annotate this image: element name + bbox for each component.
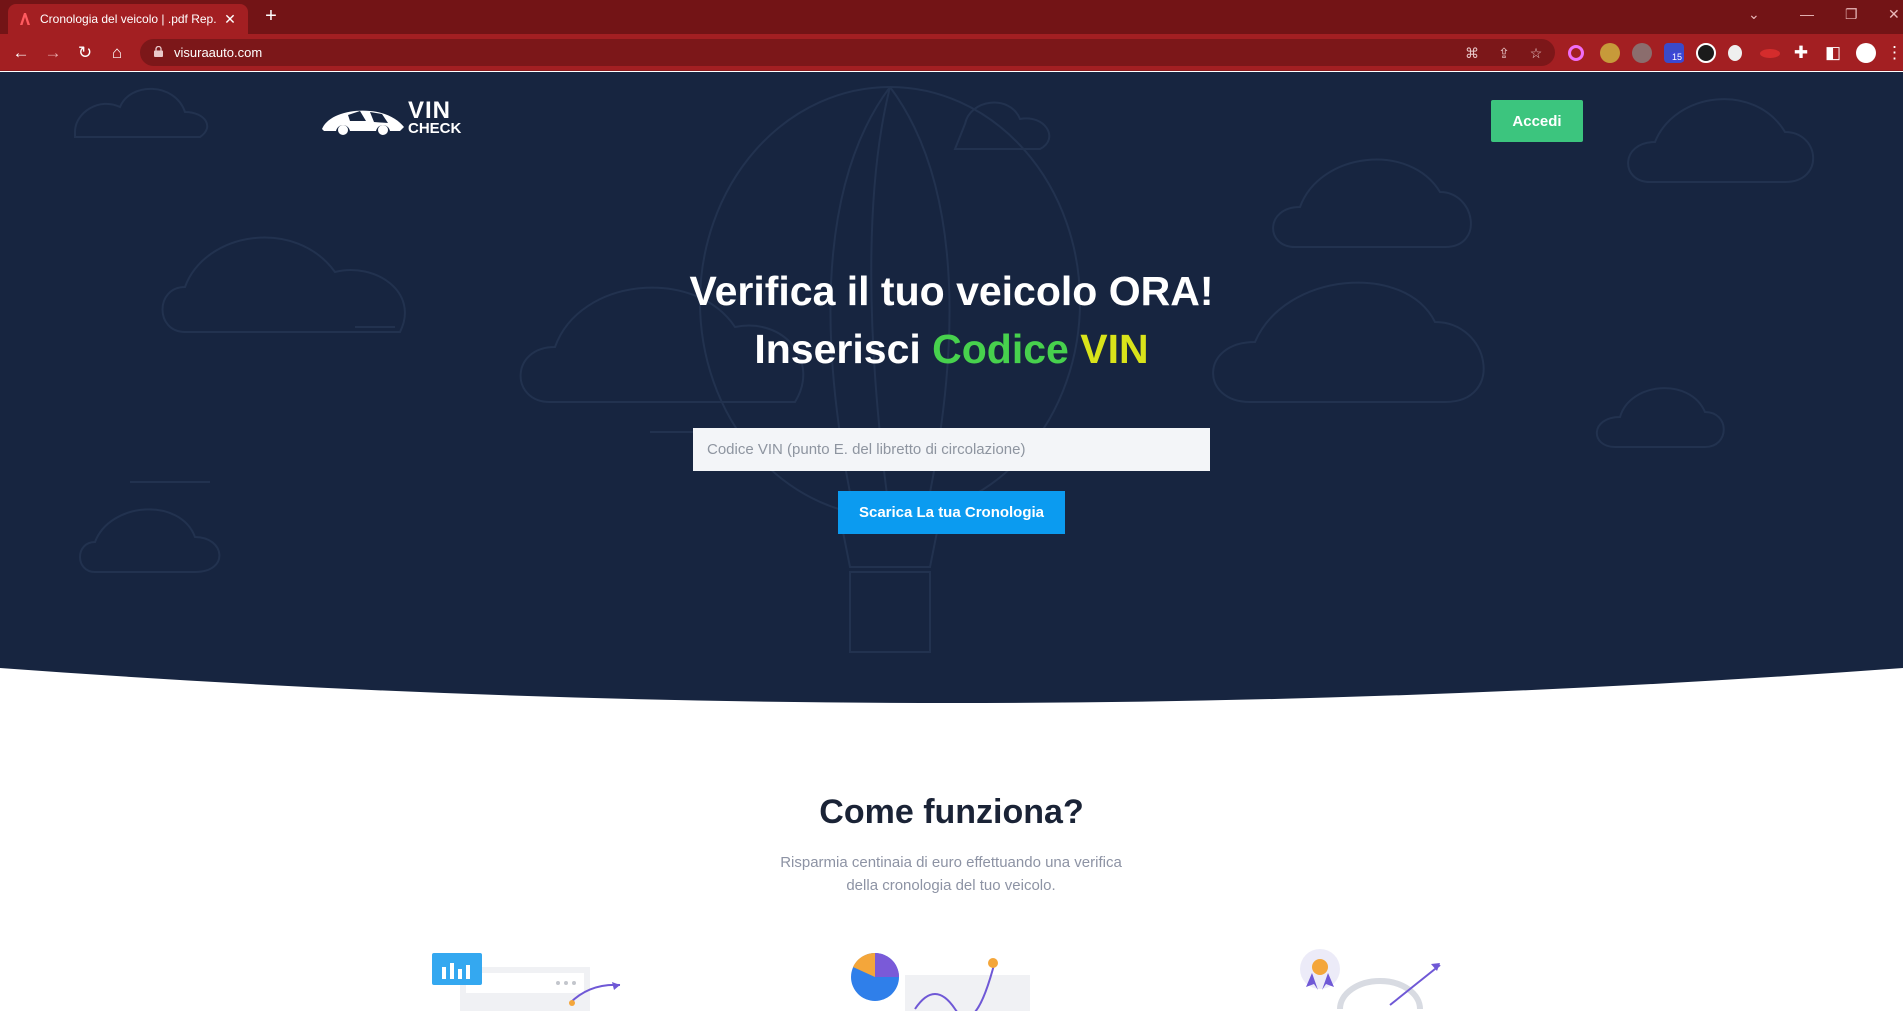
url-text: visuraauto.com xyxy=(174,45,263,60)
browser-tab[interactable]: Cronologia del veicolo | .pdf Rep... ✕ xyxy=(8,4,248,34)
car-logo-icon xyxy=(322,110,404,135)
tab-search-icon[interactable]: ⌄ xyxy=(1748,6,1760,23)
download-history-button[interactable]: Scarica La tua Cronologia xyxy=(838,491,1065,534)
window-close-icon[interactable]: ✕ xyxy=(1888,6,1900,23)
logo-text-check: CHECK xyxy=(408,119,462,137)
login-button[interactable]: Accedi xyxy=(1491,100,1583,142)
lock-icon xyxy=(154,46,163,57)
browser-tab-bar: Cronologia del veicolo | .pdf Rep... ✕ +… xyxy=(0,0,1903,34)
tab-title: Cronologia del veicolo | .pdf Rep... xyxy=(40,12,216,26)
menu-icon[interactable]: ⋮ xyxy=(1886,42,1903,64)
profile-icon[interactable] xyxy=(1856,43,1876,63)
extension-icon-1[interactable] xyxy=(1568,45,1584,61)
hero-section: VIN CHECK Accedi Verifica il tuo veicolo… xyxy=(0,72,1903,722)
minimize-icon[interactable]: — xyxy=(1800,6,1814,22)
hero-background-illustration xyxy=(74,86,1815,653)
extension-icon-7[interactable] xyxy=(1760,49,1780,58)
back-icon[interactable]: ← xyxy=(10,42,32,64)
close-tab-icon[interactable]: ✕ xyxy=(222,11,238,28)
site-favicon-icon xyxy=(20,13,30,25)
subtitle-line-1: Risparmia centinaia di euro effettuando … xyxy=(780,854,1122,871)
how-it-works-subtitle: Risparmia centinaia di euro effettuando … xyxy=(751,851,1151,897)
hero-subtitle-green: Codice xyxy=(932,326,1069,372)
new-tab-icon[interactable]: + xyxy=(260,6,282,28)
hero-subtitle: Inserisci Codice VIN xyxy=(0,320,1903,378)
forward-icon[interactable]: → xyxy=(42,42,64,64)
vin-code-input[interactable] xyxy=(693,428,1210,471)
feature-illustration-chart-icon xyxy=(432,953,621,1011)
star-icon[interactable]: ☆ xyxy=(1527,44,1545,62)
extension-badge: 15 xyxy=(1670,52,1685,62)
extension-icon-6[interactable] xyxy=(1728,45,1742,61)
address-bar[interactable]: visuraauto.com ⌘ ⇪ ☆ xyxy=(140,39,1555,66)
hero-bottom-curve xyxy=(0,668,1903,728)
subtitle-line-2: della cronologia del tuo veicolo. xyxy=(846,877,1056,894)
translate-icon[interactable]: ⌘ xyxy=(1463,44,1481,62)
home-icon[interactable]: ⌂ xyxy=(106,42,128,64)
share-icon[interactable]: ⇪ xyxy=(1495,44,1513,62)
feature-illustration-pie-icon xyxy=(851,952,1030,1011)
restore-icon[interactable]: ❐ xyxy=(1845,6,1858,23)
reload-icon[interactable]: ↻ xyxy=(74,42,96,64)
feature-illustration-award-icon xyxy=(1300,949,1441,1010)
hero-subtitle-yellow: VIN xyxy=(1080,326,1149,372)
how-it-works-title: Come funziona? xyxy=(819,793,1084,831)
extension-icon-5[interactable] xyxy=(1696,43,1716,63)
extension-icon-4[interactable]: 15 xyxy=(1664,43,1685,63)
browser-toolbar: ← → ↻ ⌂ visuraauto.com ⌘ ⇪ ☆ 15 ✚ ◧ ⋮ xyxy=(0,34,1903,71)
extensions-icon[interactable]: ✚ xyxy=(1790,42,1812,64)
logo-text: VIN CHECK xyxy=(408,97,462,137)
hero-title: Verifica il tuo veicolo ORA! xyxy=(689,268,1214,314)
sidepanel-icon[interactable]: ◧ xyxy=(1822,42,1844,64)
vincheck-logo[interactable]: VIN CHECK xyxy=(320,97,462,137)
extension-icon-2[interactable] xyxy=(1600,43,1620,63)
logo-text-vin: VIN xyxy=(408,97,452,124)
hero-headline: Verifica il tuo veicolo ORA! Inserisci C… xyxy=(0,262,1903,378)
extension-icon-3[interactable] xyxy=(1632,43,1652,63)
hero-subtitle-prefix: Inserisci xyxy=(754,326,933,372)
